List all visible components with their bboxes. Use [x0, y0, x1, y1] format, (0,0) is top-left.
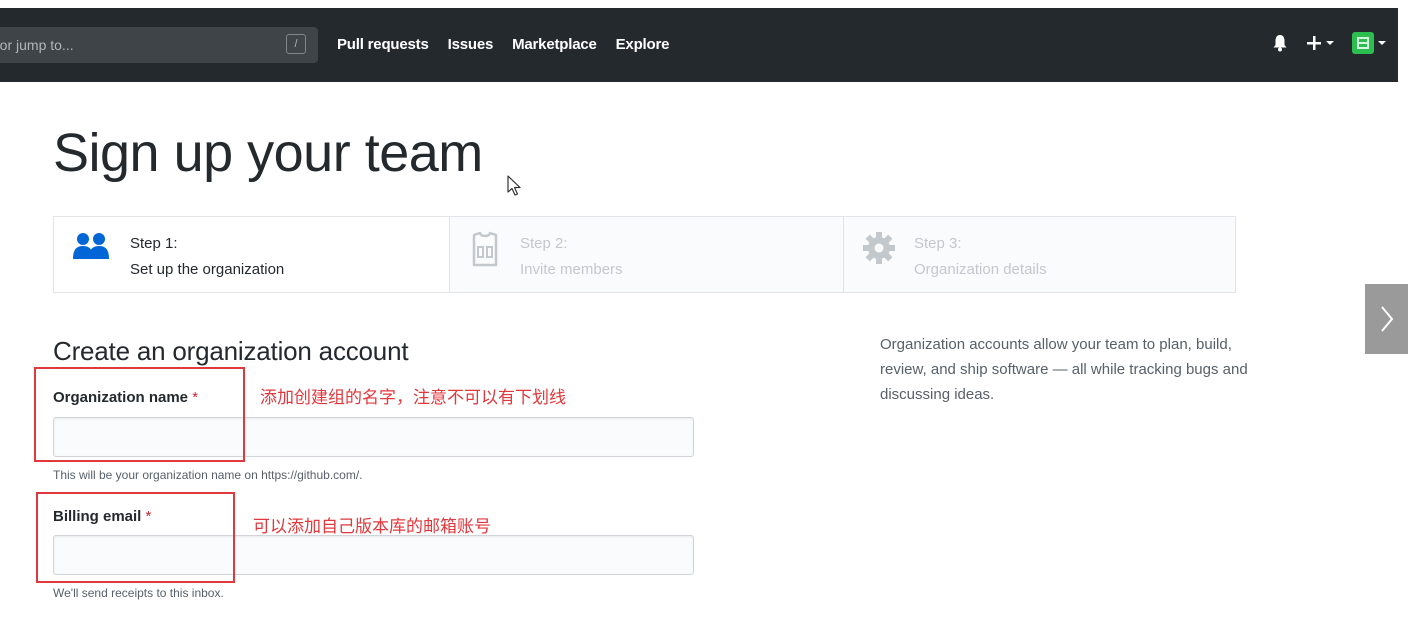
page-title: Sign up your team	[53, 123, 483, 183]
global-header: h or jump to... / Pull requests Issues M…	[0, 8, 1408, 82]
top-strip	[0, 0, 1408, 8]
next-slide-button[interactable]	[1365, 284, 1408, 354]
step-3-description: Organization details	[914, 261, 1047, 278]
step-1-description: Set up the organization	[130, 261, 285, 278]
create-new-dropdown[interactable]	[1306, 35, 1334, 51]
user-menu-dropdown[interactable]	[1352, 32, 1386, 54]
annotation-org-name: 添加创建组的名字，注意不可以有下划线	[260, 388, 566, 407]
step-2: Step 2: Invite members	[449, 217, 843, 292]
chevron-right-icon	[1380, 306, 1393, 332]
annotation-box-org-name	[34, 367, 245, 462]
step-3-title: Step 3:	[914, 235, 962, 252]
section-title: Create an organization account	[53, 336, 409, 366]
signup-steps: Step 1: Set up the organization Step 2: …	[53, 216, 1236, 293]
organization-name-note: This will be your organization name on h…	[53, 468, 363, 482]
billing-email-note: We'll send receipts to this inbox.	[53, 586, 224, 600]
mouse-cursor-icon	[507, 175, 523, 202]
nav-pull-requests[interactable]: Pull requests	[337, 36, 429, 53]
caret-down-icon	[1378, 41, 1386, 45]
people-icon	[72, 231, 110, 268]
header-nav: Pull requests Issues Marketplace Explore	[337, 36, 669, 53]
search-input[interactable]: h or jump to... /	[0, 27, 318, 63]
nav-issues[interactable]: Issues	[448, 36, 494, 53]
gear-icon	[862, 231, 896, 270]
slash-shortcut-hint: /	[286, 34, 306, 54]
jersey-icon	[468, 231, 502, 274]
plus-icon	[1307, 36, 1321, 50]
caret-down-icon	[1326, 41, 1334, 45]
organization-description: Organization accounts allow your team to…	[880, 336, 1248, 403]
header-actions	[1272, 32, 1386, 54]
step-2-title: Step 2:	[520, 235, 568, 252]
avatar	[1352, 32, 1374, 54]
window-edge	[1398, 8, 1408, 82]
search-placeholder: h or jump to...	[0, 37, 74, 53]
step-1-title: Step 1:	[130, 235, 178, 252]
step-3: Step 3: Organization details	[843, 217, 1235, 292]
bell-icon[interactable]	[1272, 34, 1288, 52]
step-2-description: Invite members	[520, 261, 623, 278]
step-1: Step 1: Set up the organization	[54, 217, 449, 292]
nav-explore[interactable]: Explore	[616, 36, 670, 53]
nav-marketplace[interactable]: Marketplace	[512, 36, 597, 53]
annotation-box-billing-email	[36, 492, 235, 583]
annotation-billing-email: 可以添加自己版本库的邮箱账号	[253, 517, 491, 536]
